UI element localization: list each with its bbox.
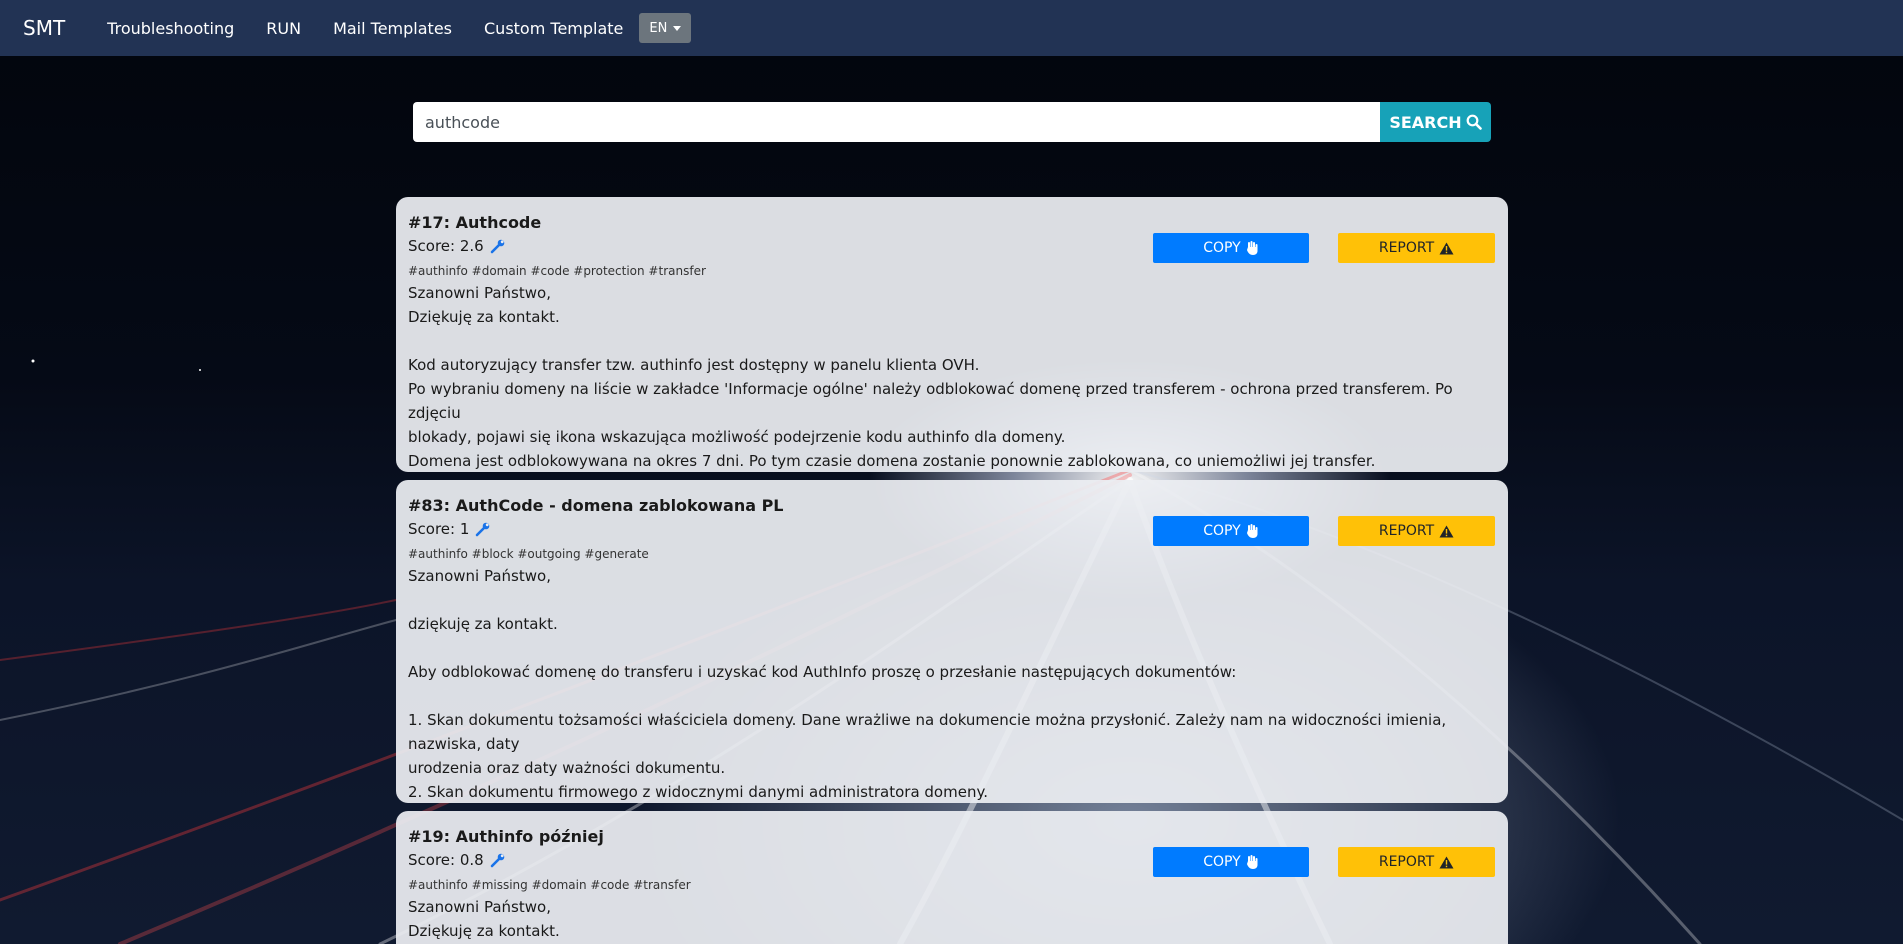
result-tags: #authinfo #domain #code #protection #tra… [408,264,706,278]
body-line: Dziękuję za kontakt. [408,922,560,940]
wrench-icon[interactable] [490,852,506,868]
body-line: Szanowni Państwo, [408,284,551,302]
hand-paper-icon [1246,241,1259,255]
score-text: Score: 2.6 [408,237,484,255]
language-label: EN [649,20,668,36]
warning-icon [1439,242,1454,255]
result-card: #83: AuthCode - domena zablokowana PL Sc… [396,480,1508,803]
body-line: 1. Skan dokumentu tożsamości właściciela… [408,711,1447,753]
body-line: Po wybraniu domeny na liście w zakładce … [408,380,1453,422]
result-title: #17: Authcode [408,213,542,232]
body-line: dziękuję za kontakt. [408,615,558,633]
body-line: blokady, pojawi się ikona wskazująca moż… [408,428,1066,446]
copy-button-label: COPY [1203,523,1241,539]
result-title: #83: AuthCode - domena zablokowana PL [408,496,784,515]
report-button-label: REPORT [1378,523,1435,539]
search-icon [1466,114,1482,130]
body-line [408,329,1496,353]
result-tags: #authinfo #missing #domain #code #transf… [408,878,691,892]
report-button[interactable]: REPORT [1338,847,1495,877]
navbar: SMT Troubleshooting RUN Mail Templates C… [0,0,1903,56]
result-score: Score: 2.6 [408,235,1496,257]
hand-paper-icon [1246,524,1259,538]
report-button-label: REPORT [1378,854,1435,870]
search-input[interactable] [413,102,1380,142]
report-button-label: REPORT [1378,240,1435,256]
body-line: Dziękuję za kontakt. [408,308,560,326]
copy-button[interactable]: COPY [1153,516,1309,546]
copy-button[interactable]: COPY [1153,847,1309,877]
brand[interactable]: SMT [23,16,65,40]
result-body: Szanowni Państwo, Dziękuję za kontakt. [408,895,1496,943]
report-button[interactable]: REPORT [1338,233,1495,263]
body-line: Kod autoryzujący transfer tzw. authinfo … [408,356,980,374]
body-line: Szanowni Państwo, [408,567,551,585]
caret-down-icon [673,25,682,31]
wrench-icon[interactable] [475,521,491,537]
body-line [408,588,1496,612]
result-card: #17: Authcode Score: 2.6 #authinfo #doma… [396,197,1508,472]
copy-button[interactable]: COPY [1153,233,1309,263]
warning-icon [1439,856,1454,869]
body-line [408,636,1496,660]
language-dropdown[interactable]: EN [639,13,692,43]
result-card: #19: Authinfo później Score: 0.8 #authin… [396,811,1508,944]
nav-link-run[interactable]: RUN [266,19,301,38]
result-tags: #authinfo #block #outgoing #generate [408,547,649,561]
body-line: urodzenia oraz daty ważności dokumentu. [408,759,726,777]
search-button-label: SEARCH [1389,112,1462,132]
result-body: Szanowni Państwo, Dziękuję za kontakt. K… [408,281,1496,472]
body-line: 2. Skan dokumentu firmowego z widocznymi… [408,783,988,801]
body-line: Domena jest odblokowywana na okres 7 dni… [408,452,1376,470]
search-bar: SEARCH [413,102,1491,142]
result-title: #19: Authinfo później [408,827,604,846]
body-line: Szanowni Państwo, [408,898,551,916]
score-text: Score: 0.8 [408,851,484,869]
search-button[interactable]: SEARCH [1380,102,1491,142]
copy-button-label: COPY [1203,854,1241,870]
wrench-icon[interactable] [490,238,506,254]
result-score: Score: 0.8 [408,849,1496,871]
copy-button-label: COPY [1203,240,1241,256]
nav-link-troubleshooting[interactable]: Troubleshooting [107,19,234,38]
body-line [408,684,1496,708]
hand-paper-icon [1246,855,1259,869]
result-score: Score: 1 [408,518,1496,540]
body-line: Aby odblokować domenę do transferu i uzy… [408,663,1237,681]
nav-link-custom-template[interactable]: Custom Template [484,19,623,38]
nav-link-mail-templates[interactable]: Mail Templates [333,19,452,38]
report-button[interactable]: REPORT [1338,516,1495,546]
result-body: Szanowni Państwo, dziękuję za kontakt. A… [408,564,1496,803]
score-text: Score: 1 [408,520,470,538]
warning-icon [1439,525,1454,538]
